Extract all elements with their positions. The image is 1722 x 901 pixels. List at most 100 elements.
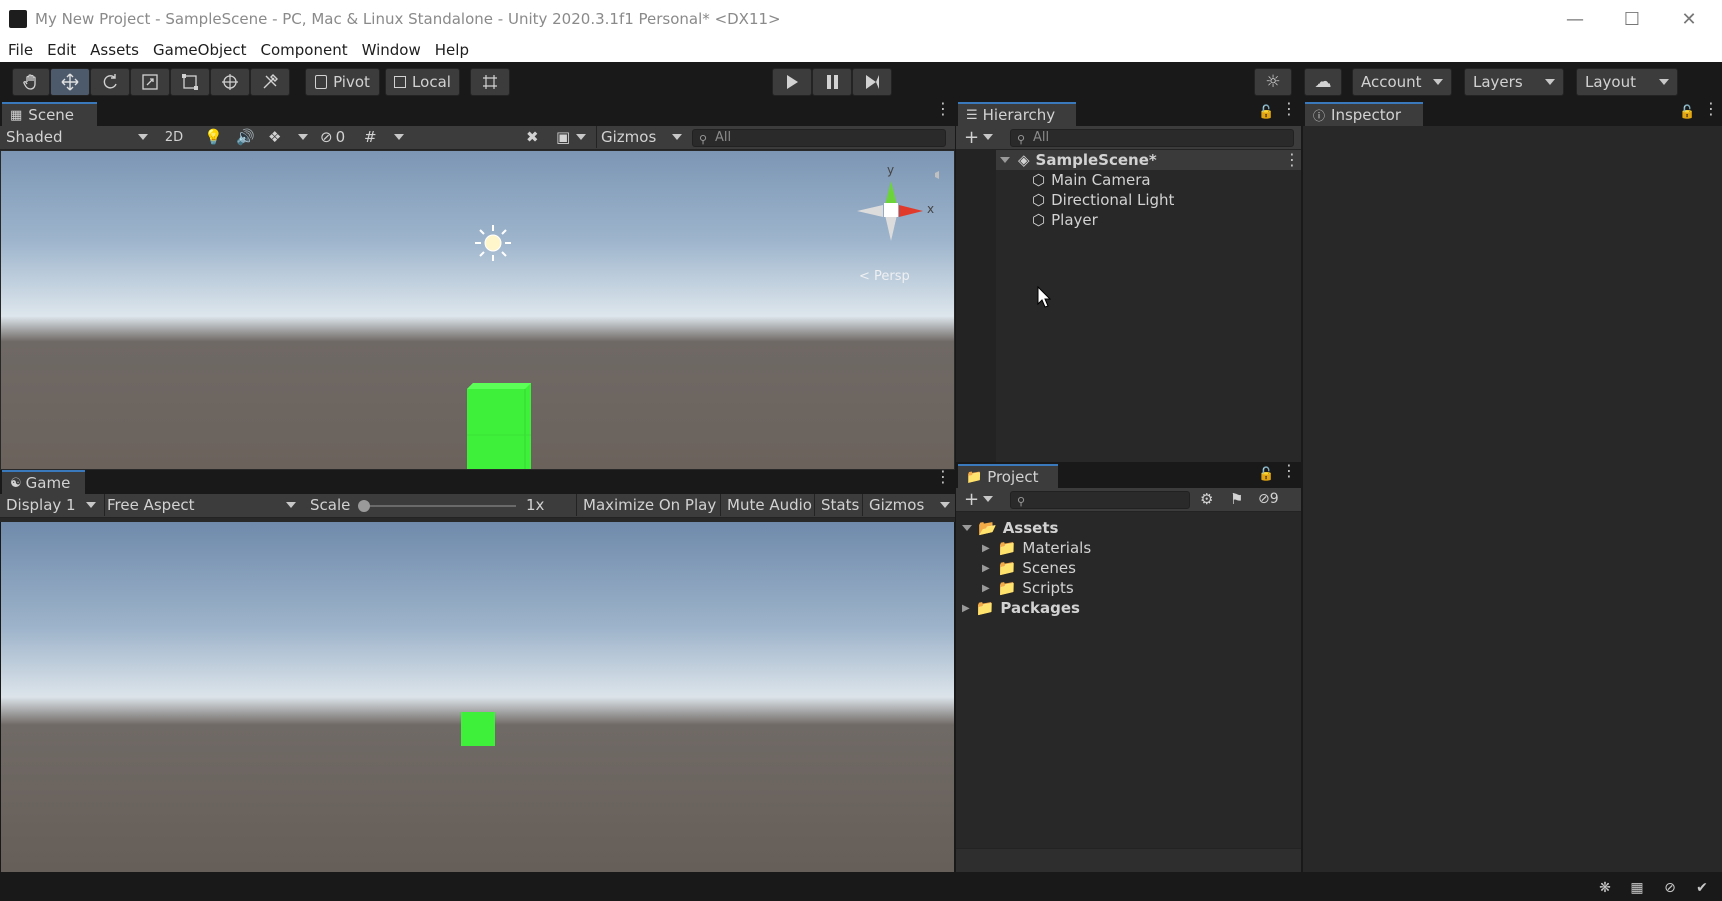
menu-edit[interactable]: Edit <box>47 41 76 59</box>
account-dropdown[interactable]: Account <box>1352 68 1452 96</box>
scene-root-row[interactable]: ◈ SampleScene* ⋮ <box>996 150 1301 170</box>
tab-hierarchy[interactable]: ☰ Hierarchy <box>958 102 1076 126</box>
kebab-menu-icon[interactable]: ⋮ <box>1281 463 1297 479</box>
hierarchy-item[interactable]: ⬡ Player <box>1032 210 1098 230</box>
add-object-button[interactable]: + <box>964 126 994 148</box>
scale-icon <box>142 74 158 90</box>
search-by-label-icon[interactable]: ⚑ <box>1230 488 1243 510</box>
scale-tool-button[interactable] <box>130 68 170 96</box>
tab-game[interactable]: ☯ Game <box>2 470 85 494</box>
mute-audio-button[interactable]: Mute Audio <box>720 494 812 516</box>
cache-server-icon[interactable]: ▦ <box>1627 878 1647 898</box>
directional-light-icon[interactable] <box>473 223 513 263</box>
rect-tool-button[interactable] <box>170 68 210 96</box>
scale-slider-thumb[interactable] <box>358 500 370 512</box>
bug-icon[interactable]: ❋ <box>1595 878 1615 898</box>
check-circle-icon[interactable]: ✔ <box>1692 878 1712 898</box>
minimize-icon[interactable]: — <box>1552 6 1598 32</box>
list-icon: ☰ <box>966 107 978 123</box>
menu-component[interactable]: Component <box>261 41 348 59</box>
grid-toggle-icon[interactable]: # <box>364 126 377 148</box>
hierarchy-item-label: Main Camera <box>1051 171 1151 189</box>
perspective-label[interactable]: < Persp <box>859 269 910 284</box>
services-button[interactable]: ☼ <box>1254 68 1292 96</box>
tab-scene[interactable]: ▦ Scene <box>2 102 97 126</box>
kebab-menu-icon[interactable]: ⋮ <box>1284 152 1300 168</box>
hierarchy-item[interactable]: ⬡ Main Camera <box>1032 170 1151 190</box>
rect-transform-icon <box>182 74 198 90</box>
kebab-menu-icon[interactable]: ⋮ <box>1281 101 1297 117</box>
menu-file[interactable]: File <box>8 41 33 59</box>
local-toggle-button[interactable]: Local <box>385 68 460 96</box>
assets-folder-row[interactable]: 📂 Assets <box>962 518 1058 538</box>
hierarchy-item[interactable]: ⬡ Directional Light <box>1032 190 1174 210</box>
project-folder-row[interactable]: ▶ 📁 Scenes <box>982 558 1076 578</box>
orientation-gizmo[interactable]: y x <box>851 163 951 273</box>
scale-slider-track[interactable] <box>362 505 516 507</box>
play-button[interactable] <box>772 68 812 96</box>
hidden-packages-count: 9 <box>1269 491 1279 507</box>
stats-button[interactable]: Stats <box>814 494 859 516</box>
project-search-input[interactable]: ⚲ <box>1010 491 1190 509</box>
close-icon[interactable]: ✕ <box>1666 6 1712 32</box>
lock-icon[interactable]: 🔓 <box>1258 467 1274 482</box>
gizmos-label: Gizmos <box>601 128 657 146</box>
player-cube[interactable] <box>467 383 531 469</box>
aspect-dropdown[interactable]: Free Aspect <box>104 494 296 516</box>
chevron-down-icon <box>962 525 972 531</box>
effects-toggle-icon[interactable]: ❖ <box>268 126 281 148</box>
game-viewport[interactable] <box>1 522 954 872</box>
display-label: Display 1 <box>6 496 76 514</box>
create-asset-button[interactable]: + <box>964 488 994 510</box>
game-gizmos-dropdown[interactable]: Gizmos <box>862 494 950 516</box>
2d-toggle-button[interactable]: 2D <box>158 126 190 148</box>
grid-snap-button[interactable] <box>470 68 510 96</box>
scene-search-input[interactable]: ⚲ All <box>692 129 946 147</box>
project-folder-row[interactable]: ▶ 📁 Scripts <box>982 578 1074 598</box>
tab-inspector[interactable]: ⓘ Inspector <box>1305 102 1423 126</box>
menu-help[interactable]: Help <box>435 41 469 59</box>
transform-tool-button[interactable] <box>210 68 250 96</box>
layers-dropdown[interactable]: Layers <box>1464 68 1564 96</box>
tab-project[interactable]: 📁 Project <box>958 464 1058 488</box>
gizmos-dropdown[interactable]: Gizmos <box>596 126 682 148</box>
collab-button[interactable]: ☁ <box>1304 68 1342 96</box>
kebab-menu-icon[interactable]: ⋮ <box>1703 101 1719 117</box>
custom-tool-button[interactable] <box>250 68 290 96</box>
hidden-packages-toggle[interactable]: ⊘ 9 <box>1258 488 1279 510</box>
rotate-tool-button[interactable] <box>90 68 130 96</box>
move-arrows-icon <box>61 73 79 91</box>
lock-icon[interactable]: 🔓 <box>1679 105 1695 120</box>
kebab-menu-icon[interactable]: ⋮ <box>935 101 951 117</box>
project-folder-row[interactable]: ▶ 📁 Materials <box>982 538 1091 558</box>
maximize-on-play-button[interactable]: Maximize On Play <box>576 494 716 516</box>
pause-button[interactable] <box>812 68 852 96</box>
maximize-icon[interactable]: ☐ <box>1609 6 1655 32</box>
hierarchy-search-input[interactable]: ⚲ All <box>1010 129 1294 147</box>
auto-generate-lighting-icon[interactable]: ⊘ <box>1660 878 1680 898</box>
layout-dropdown[interactable]: Layout <box>1576 68 1678 96</box>
kebab-menu-icon[interactable]: ⋮ <box>935 469 951 485</box>
tools-icon[interactable]: ✖ <box>526 126 539 148</box>
scene-visibility-toggle[interactable]: ⊘ 0 <box>320 126 345 148</box>
camera-dropdown[interactable] <box>576 126 586 148</box>
move-tool-button[interactable] <box>50 68 90 96</box>
scene-viewport[interactable]: y x < Persp <box>1 151 954 469</box>
lighting-toggle-icon[interactable]: 💡 <box>204 126 223 148</box>
menu-gameobject[interactable]: GameObject <box>153 41 247 59</box>
pivot-toggle-button[interactable]: Pivot <box>305 68 380 96</box>
chevron-right-icon: ▶ <box>962 602 970 614</box>
grid-dropdown[interactable] <box>394 126 404 148</box>
effects-dropdown[interactable] <box>298 126 308 148</box>
menu-window[interactable]: Window <box>362 41 421 59</box>
packages-folder-row[interactable]: ▶ 📁 Packages <box>962 598 1080 618</box>
display-dropdown[interactable]: Display 1 <box>6 494 96 516</box>
shading-mode-dropdown[interactable]: Shaded <box>6 126 148 148</box>
audio-toggle-icon[interactable]: 🔊 <box>236 126 255 148</box>
step-button[interactable] <box>852 68 892 96</box>
camera-settings-icon[interactable]: ▣ <box>556 126 570 148</box>
menu-assets[interactable]: Assets <box>90 41 139 59</box>
lock-icon[interactable]: 🔓 <box>1258 105 1274 120</box>
search-by-type-icon[interactable]: ⚙ <box>1200 488 1213 510</box>
hand-tool-button[interactable] <box>12 68 50 96</box>
